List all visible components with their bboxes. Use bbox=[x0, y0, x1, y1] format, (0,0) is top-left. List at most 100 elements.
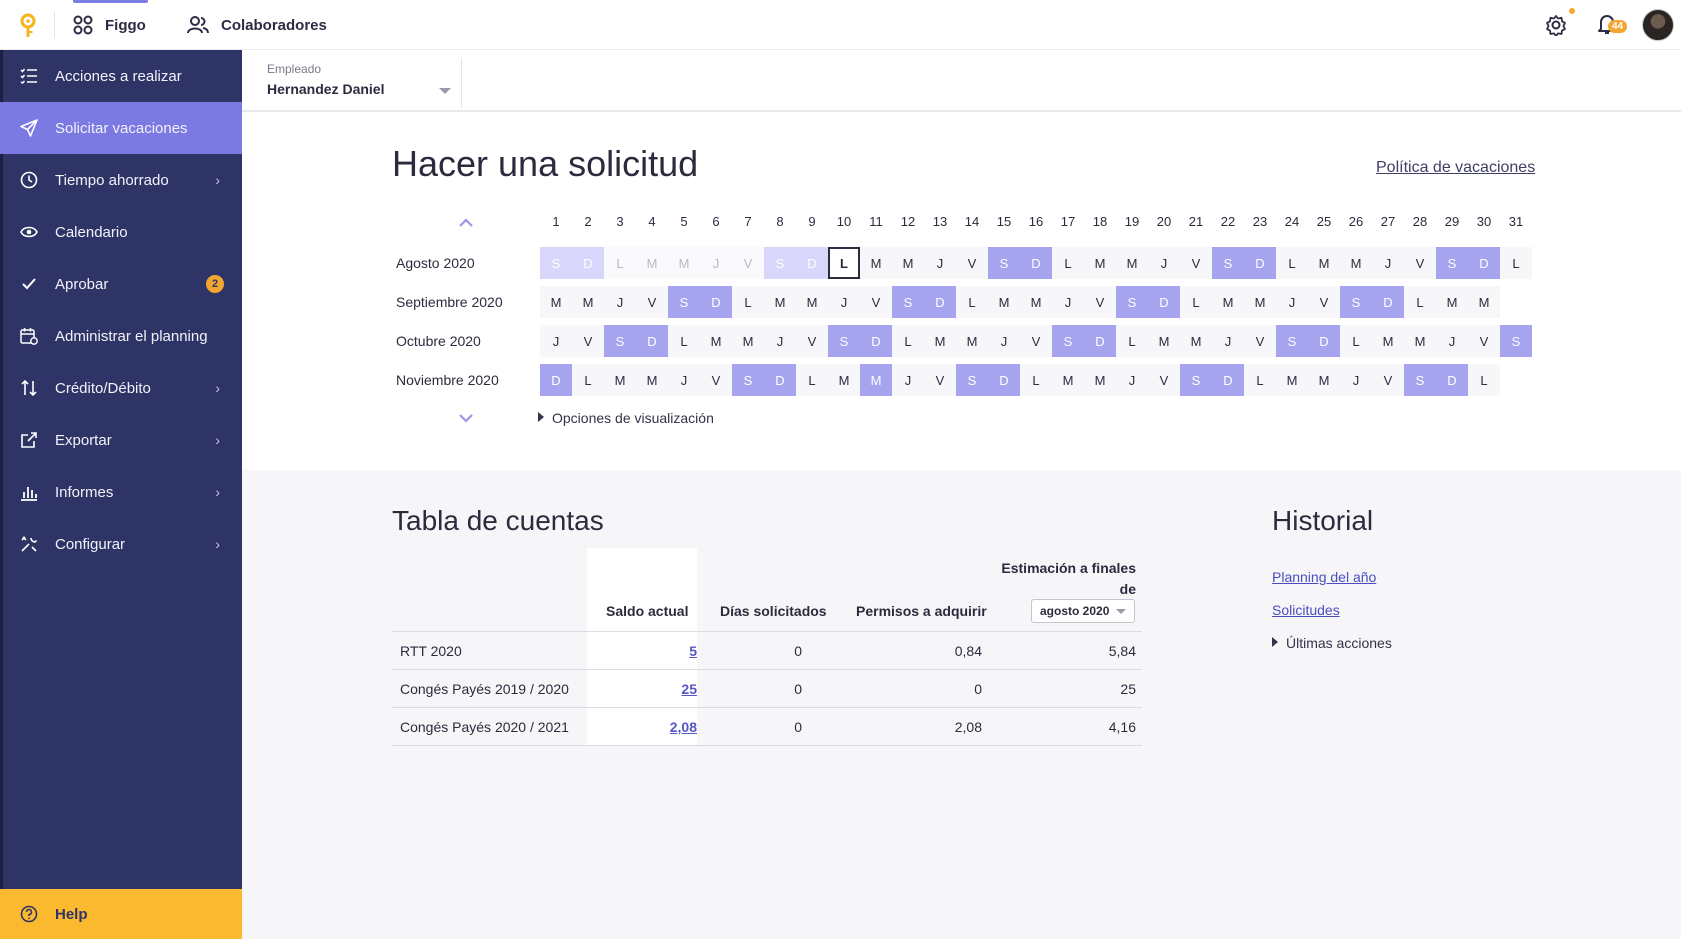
calendar-day-cell[interactable]: M bbox=[1436, 286, 1468, 318]
calendar-day-cell[interactable]: S bbox=[1340, 286, 1372, 318]
calendar-day-cell[interactable]: J bbox=[1340, 364, 1372, 396]
sidebar-item-acciones[interactable]: Acciones a realizar bbox=[0, 50, 242, 102]
calendar-day-cell[interactable]: D bbox=[988, 364, 1020, 396]
calendar-day-cell[interactable]: J bbox=[604, 286, 636, 318]
calendar-day-cell[interactable]: S bbox=[1436, 247, 1468, 279]
calendar-day-cell[interactable]: D bbox=[1308, 325, 1340, 357]
calendar-day-cell[interactable]: L bbox=[604, 247, 636, 279]
calendar-day-cell[interactable]: S bbox=[1116, 286, 1148, 318]
calendar-day-cell[interactable]: J bbox=[700, 247, 732, 279]
calendar-day-cell[interactable]: D bbox=[700, 286, 732, 318]
calendar-day-cell[interactable]: L bbox=[892, 325, 924, 357]
calendar-day-cell[interactable]: M bbox=[1372, 325, 1404, 357]
calendar-day-cell[interactable]: M bbox=[668, 247, 700, 279]
calendar-day-cell[interactable]: V bbox=[700, 364, 732, 396]
calendar-day-cell[interactable]: D bbox=[796, 247, 828, 279]
last-actions-toggle[interactable]: Últimas acciones bbox=[1272, 635, 1392, 651]
calendar-day-cell[interactable]: D bbox=[1084, 325, 1116, 357]
calendar-day-cell[interactable]: D bbox=[1468, 247, 1500, 279]
calendar-day-cell[interactable]: D bbox=[540, 364, 572, 396]
sidebar-item-tiempo[interactable]: Tiempo ahorrado › bbox=[0, 154, 242, 206]
calendar-day-cell[interactable]: S bbox=[892, 286, 924, 318]
calendar-day-cell[interactable]: D bbox=[1436, 364, 1468, 396]
calendar-day-cell[interactable]: L bbox=[1404, 286, 1436, 318]
calendar-day-cell[interactable]: V bbox=[572, 325, 604, 357]
calendar-day-cell[interactable]: S bbox=[956, 364, 988, 396]
calendar-day-cell[interactable]: M bbox=[796, 286, 828, 318]
calendar-day-cell[interactable]: L bbox=[732, 286, 764, 318]
calendar-day-cell[interactable]: V bbox=[1244, 325, 1276, 357]
account-balance-link[interactable]: 25 bbox=[607, 681, 697, 697]
calendar-day-cell[interactable]: S bbox=[604, 325, 636, 357]
calendar-day-cell[interactable]: M bbox=[764, 286, 796, 318]
calendar-day-cell[interactable]: J bbox=[988, 325, 1020, 357]
calendar-day-cell[interactable]: J bbox=[668, 364, 700, 396]
calendar-day-cell[interactable]: M bbox=[1180, 325, 1212, 357]
sidebar-item-administrar[interactable]: Administrar el planning bbox=[0, 310, 242, 362]
chevron-down-icon[interactable] bbox=[458, 412, 474, 424]
account-balance-link[interactable]: 2,08 bbox=[607, 719, 697, 735]
calendar-day-cell[interactable]: L bbox=[1116, 325, 1148, 357]
calendar-day-cell[interactable]: M bbox=[1212, 286, 1244, 318]
calendar-day-cell[interactable]: S bbox=[828, 325, 860, 357]
estimate-month-select[interactable]: agosto 2020 bbox=[1031, 599, 1135, 623]
calendar-day-cell[interactable]: M bbox=[700, 325, 732, 357]
figgo-logo-icon[interactable] bbox=[18, 13, 38, 39]
calendar-day-cell[interactable]: J bbox=[540, 325, 572, 357]
calendar-day-cell[interactable]: M bbox=[636, 364, 668, 396]
calendar-day-cell[interactable]: M bbox=[732, 325, 764, 357]
calendar-day-cell[interactable]: J bbox=[1372, 247, 1404, 279]
calendar-day-cell[interactable]: V bbox=[1180, 247, 1212, 279]
calendar-day-cell[interactable]: L bbox=[956, 286, 988, 318]
calendar-day-cell[interactable]: L bbox=[1468, 364, 1500, 396]
calendar-day-cell[interactable]: L bbox=[796, 364, 828, 396]
help-button[interactable]: Help bbox=[0, 889, 242, 939]
calendar-day-cell[interactable]: V bbox=[956, 247, 988, 279]
calendar-day-cell[interactable]: M bbox=[1020, 286, 1052, 318]
calendar-day-cell[interactable]: D bbox=[764, 364, 796, 396]
calendar-day-cell[interactable]: S bbox=[1212, 247, 1244, 279]
calendar-day-cell[interactable]: S bbox=[988, 247, 1020, 279]
calendar-day-cell[interactable]: M bbox=[1084, 247, 1116, 279]
collaborators-link[interactable]: Colaboradores bbox=[187, 0, 327, 50]
calendar-day-cell[interactable]: L bbox=[1500, 247, 1532, 279]
calendar-day-cell[interactable]: M bbox=[956, 325, 988, 357]
calendar-day-cell[interactable]: M bbox=[540, 286, 572, 318]
calendar-day-cell[interactable]: M bbox=[1308, 247, 1340, 279]
sidebar-item-solicitar[interactable]: Solicitar vacaciones bbox=[0, 102, 242, 154]
calendar-day-cell[interactable]: D bbox=[860, 325, 892, 357]
calendar-day-cell[interactable]: V bbox=[1404, 247, 1436, 279]
sidebar-item-configurar[interactable]: Configurar › bbox=[0, 518, 242, 570]
calendar-day-cell[interactable]: V bbox=[796, 325, 828, 357]
calendar-day-cell[interactable]: J bbox=[1116, 364, 1148, 396]
calendar-day-cell[interactable]: J bbox=[828, 286, 860, 318]
calendar-day-cell[interactable]: S bbox=[1052, 325, 1084, 357]
calendar-day-cell[interactable]: V bbox=[636, 286, 668, 318]
calendar-day-cell[interactable]: L bbox=[1340, 325, 1372, 357]
calendar-day-cell[interactable]: D bbox=[636, 325, 668, 357]
display-options-toggle[interactable]: Opciones de visualización bbox=[538, 410, 714, 426]
calendar-day-cell[interactable]: S bbox=[732, 364, 764, 396]
user-avatar[interactable] bbox=[1642, 9, 1674, 41]
calendar-day-cell[interactable]: L bbox=[1180, 286, 1212, 318]
calendar-day-cell[interactable]: L bbox=[828, 247, 860, 279]
calendar-day-cell[interactable]: M bbox=[636, 247, 668, 279]
account-balance-link[interactable]: 5 bbox=[607, 643, 697, 659]
calendar-day-cell[interactable]: J bbox=[1212, 325, 1244, 357]
sidebar-item-informes[interactable]: Informes › bbox=[0, 466, 242, 518]
calendar-day-cell[interactable]: S bbox=[1180, 364, 1212, 396]
calendar-day-cell[interactable]: M bbox=[1308, 364, 1340, 396]
calendar-day-cell[interactable]: V bbox=[1308, 286, 1340, 318]
calendar-day-cell[interactable]: J bbox=[1052, 286, 1084, 318]
calendar-day-cell[interactable]: V bbox=[1372, 364, 1404, 396]
calendar-day-cell[interactable]: M bbox=[1148, 325, 1180, 357]
calendar-day-cell[interactable]: S bbox=[1500, 325, 1532, 357]
settings-gear-icon[interactable] bbox=[1545, 14, 1567, 36]
calendar-day-cell[interactable]: L bbox=[1052, 247, 1084, 279]
calendar-day-cell[interactable]: D bbox=[1212, 364, 1244, 396]
calendar-day-cell[interactable]: J bbox=[1276, 286, 1308, 318]
calendar-day-cell[interactable]: V bbox=[732, 247, 764, 279]
sidebar-item-credito[interactable]: Crédito/Débito › bbox=[0, 362, 242, 414]
calendar-day-cell[interactable]: L bbox=[668, 325, 700, 357]
calendar-day-cell[interactable]: J bbox=[892, 364, 924, 396]
